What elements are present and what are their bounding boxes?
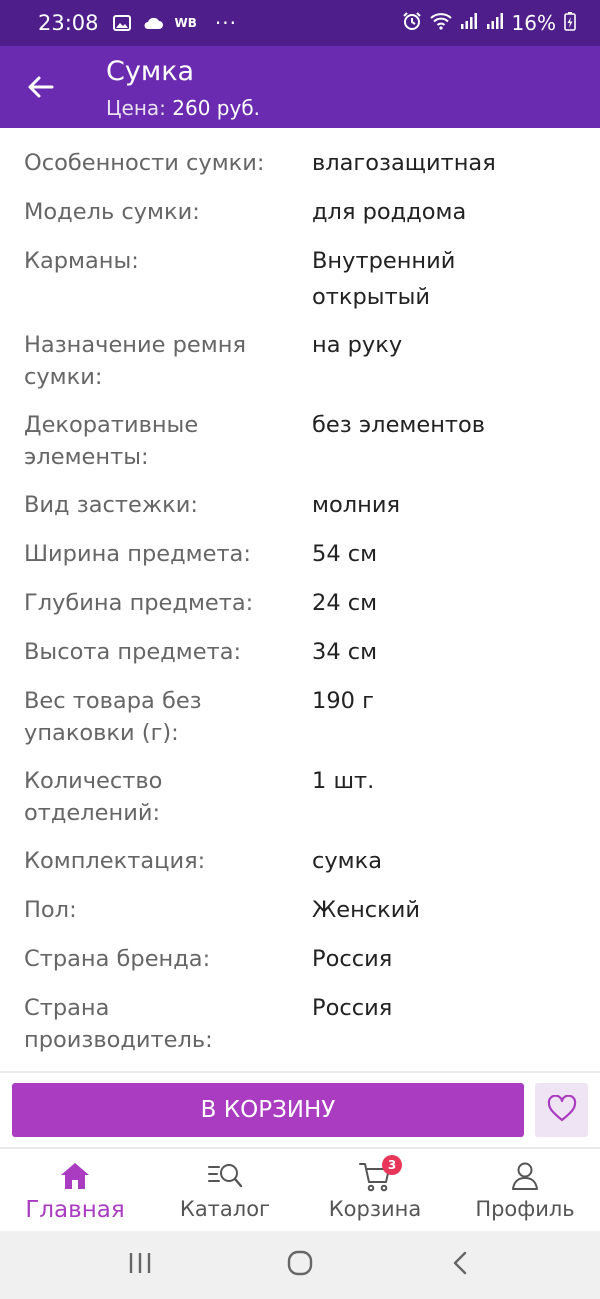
back-button[interactable] xyxy=(430,1245,490,1285)
nav-catalog[interactable]: Каталог xyxy=(150,1149,300,1231)
spec-row: Страна бренда: Россия xyxy=(0,941,600,990)
price-value: 260 руб. xyxy=(172,96,261,120)
spec-key: Пол: xyxy=(24,897,77,923)
favorite-button[interactable] xyxy=(535,1083,588,1137)
status-bar: 23:08 WB ··· 16% xyxy=(0,0,600,46)
recent-apps-icon xyxy=(127,1251,153,1279)
cart-icon: 3 xyxy=(358,1155,402,1193)
signal-icon xyxy=(460,11,478,35)
spec-value: сумка xyxy=(312,848,383,874)
specs-list[interactable]: Особенности сумки: влагозащитная Модель … xyxy=(0,128,600,1068)
spec-row: Модель сумки: для роддома xyxy=(0,194,600,243)
signal-icon-2 xyxy=(486,11,504,35)
spec-value: Женский xyxy=(312,897,420,923)
spec-value: 190 г xyxy=(312,688,374,714)
nav-home-label: Главная xyxy=(25,1197,125,1223)
spec-key: Модель сумки: xyxy=(24,199,200,225)
spec-row: Ширина предмета: 54 см xyxy=(0,536,600,585)
battery-percent: 16% xyxy=(511,11,556,35)
spec-row: Назначение ремня сумки: на руку xyxy=(0,327,600,407)
spec-value: 1 шт. xyxy=(312,768,375,794)
wifi-icon xyxy=(429,11,452,35)
spec-key: Декоративные элементы: xyxy=(24,412,199,470)
spec-key: Страна бренда: xyxy=(24,946,211,972)
home-icon xyxy=(59,1159,91,1193)
wb-app-indicator: WB xyxy=(174,16,197,30)
battery-charging-icon xyxy=(564,11,576,36)
spec-key: Особенности сумки: xyxy=(24,150,265,176)
nav-profile-label: Профиль xyxy=(475,1197,575,1221)
spec-key: Ширина предмета: xyxy=(24,541,251,567)
price-line: Цена: 260 руб. xyxy=(106,96,260,120)
home-button[interactable] xyxy=(270,1245,330,1285)
spec-row: Страна производитель: Россия xyxy=(0,990,600,1068)
heart-icon xyxy=(547,1094,577,1126)
back-arrow-icon[interactable] xyxy=(24,70,58,104)
spec-value: без элементов xyxy=(312,412,486,438)
spec-value: 54 см xyxy=(312,541,378,567)
nav-cart[interactable]: 3 Корзина xyxy=(300,1149,450,1231)
spec-key: Карманы: xyxy=(24,248,139,274)
catalog-search-icon xyxy=(207,1159,243,1193)
spec-row: Глубина предмета: 24 см xyxy=(0,585,600,634)
spec-value: 24 см xyxy=(312,590,378,616)
cart-count-badge: 3 xyxy=(382,1155,402,1175)
spec-value: влагозащитная xyxy=(312,150,496,176)
system-nav-bar xyxy=(0,1231,600,1299)
nav-home[interactable]: Главная xyxy=(0,1149,150,1231)
spec-value: для роддома xyxy=(312,199,467,225)
back-chevron-icon xyxy=(450,1250,470,1280)
cloud-icon xyxy=(143,16,163,30)
bottom-nav: Главная Каталог 3 Корзина Профиль xyxy=(0,1147,600,1231)
gallery-icon xyxy=(112,15,131,31)
recent-apps-button[interactable] xyxy=(110,1245,170,1285)
spec-value: 34 см xyxy=(312,639,378,665)
spec-row: Пол: Женский xyxy=(0,892,600,941)
nav-catalog-label: Каталог xyxy=(179,1197,271,1221)
profile-icon xyxy=(510,1159,540,1193)
alarm-icon xyxy=(402,11,422,36)
spec-value: Россия xyxy=(312,995,393,1021)
spec-row: Особенности сумки: влагозащитная xyxy=(0,145,600,194)
page-title: Сумка xyxy=(106,56,195,87)
spec-key: Вид застежки: xyxy=(24,492,198,518)
spec-key: Страна производитель: xyxy=(24,995,213,1053)
spec-value: Россия xyxy=(312,946,393,972)
spec-key: Комплектация: xyxy=(24,848,206,874)
spec-key: Вес товара без упаковки (г): xyxy=(24,688,202,746)
spec-row: Комплектация: сумка xyxy=(0,843,600,892)
more-notifications-icon: ··· xyxy=(214,11,237,35)
spec-row: Количество отделений: 1 шт. xyxy=(0,763,600,843)
nav-profile[interactable]: Профиль xyxy=(450,1149,600,1231)
cart-action-bar: В КОРЗИНУ xyxy=(0,1073,600,1147)
spec-value: на руку xyxy=(312,332,403,358)
home-circle-icon xyxy=(286,1249,314,1281)
spec-value: Внутренний открытый xyxy=(312,248,456,310)
spec-row: Высота предмета: 34 см xyxy=(0,634,600,683)
spec-key: Глубина предмета: xyxy=(24,590,254,616)
price-label: Цена: xyxy=(106,96,166,120)
spec-key: Количество отделений: xyxy=(24,768,163,826)
spec-row: Вес товара без упаковки (г): 190 г xyxy=(0,683,600,763)
app-bar: Сумка Цена: 260 руб. xyxy=(0,46,600,128)
spec-key: Высота предмета: xyxy=(24,639,242,665)
status-time: 23:08 xyxy=(38,11,99,35)
nav-cart-label: Корзина xyxy=(328,1197,422,1221)
spec-value: молния xyxy=(312,492,400,518)
spec-key: Назначение ремня сумки: xyxy=(24,332,246,390)
spec-row: Карманы: Внутренний открытый xyxy=(0,243,600,327)
spec-row: Декоративные элементы: без элементов xyxy=(0,407,600,487)
spec-row: Вид застежки: молния xyxy=(0,487,600,536)
add-to-cart-button[interactable]: В КОРЗИНУ xyxy=(12,1083,524,1137)
